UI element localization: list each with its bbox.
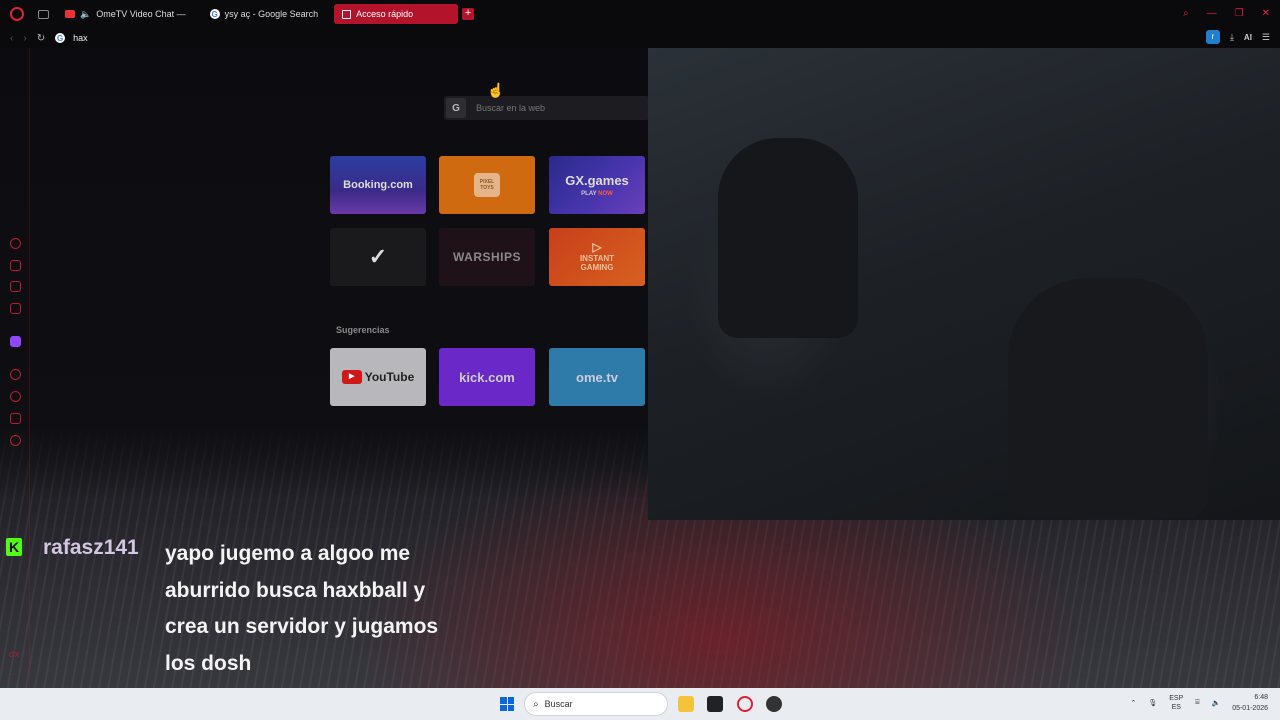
- search-tabs-icon[interactable]: ⌕: [1183, 8, 1189, 19]
- tile-label: INSTANT: [579, 253, 615, 263]
- url-field[interactable]: G hax: [55, 33, 88, 43]
- tab-bar: 🔈 OmeTV Video Chat — G ysy aç - Google S…: [0, 0, 1280, 28]
- nike-swoosh-icon: ✓: [368, 244, 388, 269]
- player-icon[interactable]: [10, 369, 21, 380]
- google-icon: G: [209, 9, 220, 19]
- clock[interactable]: 6:48 05-01-2026: [1232, 692, 1268, 714]
- speaker-icon[interactable]: 🔈: [80, 9, 91, 20]
- kick-badge-icon: K: [6, 538, 22, 556]
- gx-label: GX: [9, 652, 20, 659]
- close-icon[interactable]: ✕: [1262, 8, 1270, 19]
- instant-gaming-logo-icon: ▷: [592, 239, 602, 254]
- windows-start-icon[interactable]: [500, 697, 514, 711]
- news-icon[interactable]: [10, 303, 21, 314]
- chat-message-text: yapo jugemo a algoo me aburrido busca ha…: [165, 542, 439, 676]
- network-icon[interactable]: ⌸: [1195, 699, 1199, 707]
- toolbar-right: r ⤓ AI ☰: [1205, 30, 1270, 44]
- url-text[interactable]: hax: [73, 33, 88, 43]
- tab-ometv[interactable]: 🔈 OmeTV Video Chat —: [57, 4, 194, 24]
- windows-taskbar: ⌕ Buscar ⌃ 🎙 ESP ES ⌸ 🔈 6:48 05-01-2026: [0, 688, 1280, 720]
- tile-label: kick.com: [459, 369, 515, 385]
- reload-icon[interactable]: ↻: [37, 33, 45, 44]
- person-left: [718, 138, 858, 338]
- tile-gx-games[interactable]: GX.games PLAY NOW: [549, 156, 645, 214]
- tile-label: GAMING: [580, 262, 614, 272]
- google-icon: G: [446, 98, 466, 118]
- system-tray: ⌃ 🎙 ESP ES ⌸ 🔈 6:48 05-01-2026: [1130, 692, 1268, 714]
- tile-instant-gaming[interactable]: ▷ INSTANT GAMING: [549, 228, 645, 286]
- web-search-box[interactable]: G Buscar en la web: [444, 96, 649, 120]
- tile-booking[interactable]: Booking.com: [330, 156, 426, 214]
- tab-speed-dial[interactable]: Acceso rápido: [334, 4, 459, 24]
- tile-label: ome.tv: [576, 369, 618, 385]
- speed-dial-icon: [342, 9, 352, 19]
- volume-icon[interactable]: 🔈: [1211, 699, 1220, 707]
- tile-nike[interactable]: ✓: [330, 228, 426, 286]
- sidebar: GX ...: [0, 48, 30, 688]
- tile-ometv[interactable]: ome.tv: [549, 348, 645, 406]
- file-explorer-icon[interactable]: [678, 696, 694, 712]
- google-icon: G: [55, 33, 66, 43]
- new-tab-button[interactable]: +: [462, 8, 475, 20]
- tile-pixel-toys[interactable]: PIXEL TOYS: [439, 156, 535, 214]
- tab-label: ysy aç - Google Search: [224, 9, 319, 19]
- tile-label: YouTube: [364, 370, 415, 384]
- ometv-icon: [65, 10, 75, 18]
- chat-username: rafasz141: [43, 536, 139, 559]
- download-icon[interactable]: ⤓: [1230, 32, 1234, 43]
- opera-gx-logo-icon[interactable]: [10, 7, 24, 21]
- suggestions-heading: Sugerencias: [336, 325, 390, 335]
- tile-label: GX.games: [565, 173, 629, 188]
- address-bar: ‹ › ↻ G hax r ⤓ AI ☰: [0, 28, 1280, 48]
- minimize-icon[interactable]: —: [1207, 8, 1217, 19]
- youtube-play-icon: ▶: [341, 370, 362, 384]
- more-icon[interactable]: ...: [9, 670, 15, 677]
- gx-control-icon[interactable]: [10, 238, 21, 249]
- tab-islands-icon[interactable]: [38, 9, 49, 19]
- tab-label: Acceso rápido: [356, 9, 414, 19]
- hand-cursor-icon: ☝: [487, 82, 505, 98]
- search-icon: ⌕: [533, 698, 539, 710]
- search-placeholder: Buscar: [544, 699, 573, 709]
- microphone-icon[interactable]: 🎙: [1148, 699, 1157, 707]
- aria-ai-button[interactable]: AI: [1244, 33, 1252, 42]
- menu-icon[interactable]: ☰: [1262, 32, 1270, 43]
- tab-google-search[interactable]: G ysy aç - Google Search: [202, 4, 327, 24]
- extensions-icon[interactable]: [10, 413, 21, 424]
- person-right: [1008, 278, 1208, 518]
- extension-icon[interactable]: r: [1205, 30, 1220, 44]
- history-icon[interactable]: [10, 391, 21, 402]
- chevron-up-icon[interactable]: ⌃: [1130, 699, 1136, 707]
- settings-icon[interactable]: [10, 435, 21, 446]
- epic-games-icon[interactable]: [707, 696, 723, 712]
- taskbar-search[interactable]: ⌕ Buscar: [524, 692, 668, 716]
- pixel-toys-logo: PIXEL TOYS: [474, 173, 500, 197]
- window-controls: ⌕ — ❐ ✕: [1183, 8, 1270, 19]
- webcam-overlay: [648, 48, 1280, 520]
- search-placeholder: Buscar en la web: [476, 103, 546, 113]
- tile-kick[interactable]: kick.com: [439, 348, 535, 406]
- gx-cleaner-icon[interactable]: [10, 281, 21, 292]
- forward-icon[interactable]: ›: [23, 33, 26, 44]
- back-icon[interactable]: ‹: [10, 33, 13, 44]
- gx-corner-icon[interactable]: [10, 260, 21, 271]
- tile-youtube[interactable]: ▶ YouTube: [330, 348, 426, 406]
- restore-icon[interactable]: ❐: [1235, 8, 1244, 19]
- twitch-icon[interactable]: [10, 336, 21, 347]
- opera-gx-taskbar-icon[interactable]: [737, 696, 753, 712]
- tab-label: OmeTV Video Chat —: [96, 9, 186, 19]
- tile-label: Booking.com: [343, 179, 413, 191]
- language-indicator[interactable]: ESP ES: [1169, 694, 1183, 712]
- obs-icon[interactable]: [766, 696, 782, 712]
- tile-label: WARSHIPS: [452, 250, 521, 264]
- tile-world-of-warships[interactable]: WARSHIPS: [439, 228, 535, 286]
- tile-sublabel: PLAY NOW: [581, 191, 613, 197]
